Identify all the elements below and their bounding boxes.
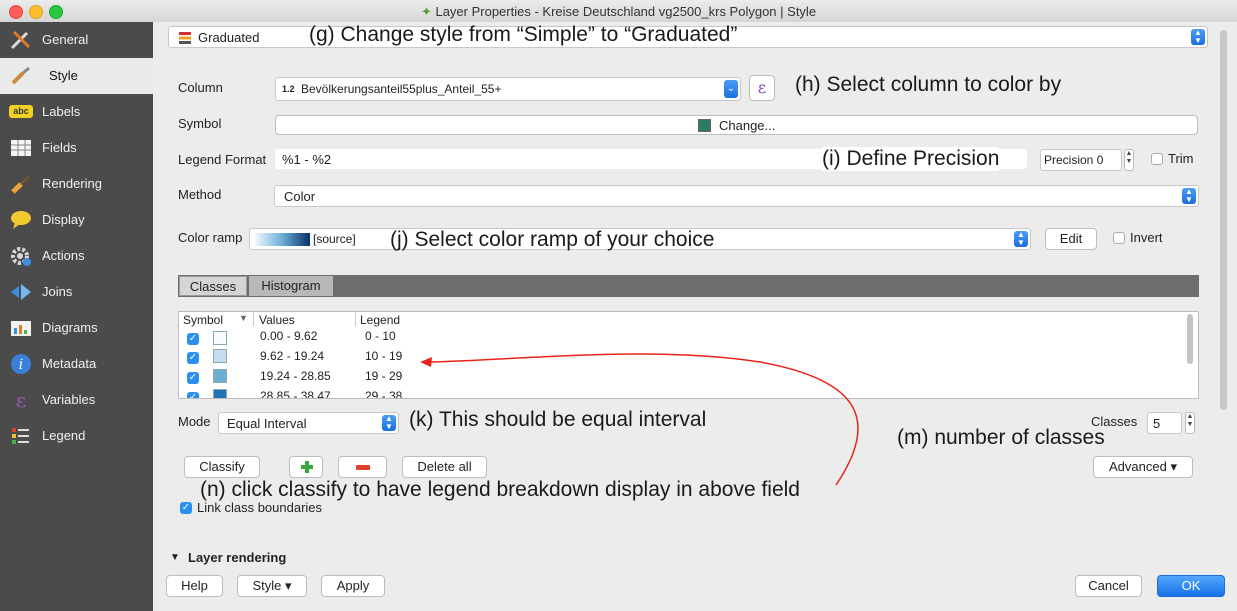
annotation-arrow xyxy=(420,353,859,486)
